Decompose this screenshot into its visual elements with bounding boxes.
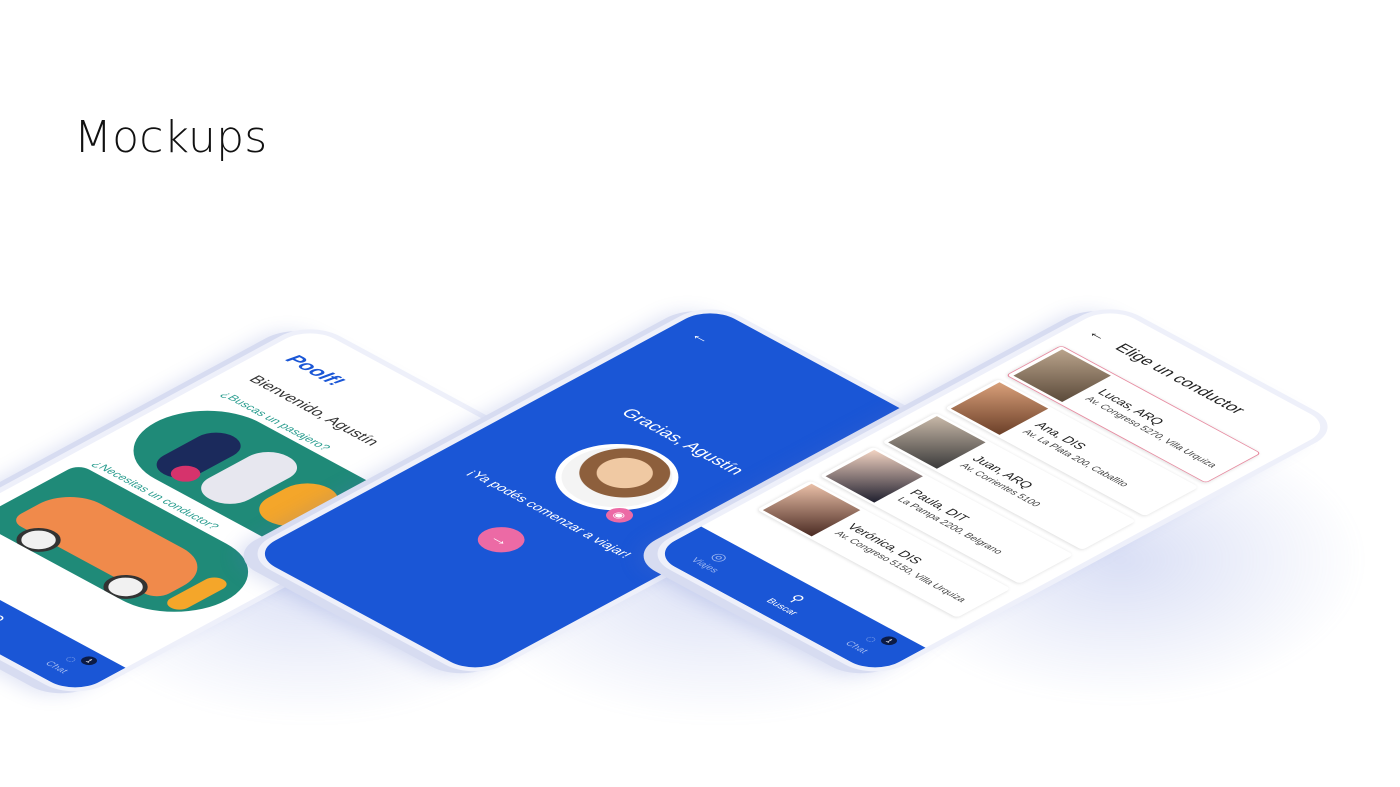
next-button[interactable]: → bbox=[468, 521, 535, 558]
nav-chat[interactable]: ◌ 1 Chat bbox=[842, 630, 901, 655]
nav-viajes[interactable]: ◎ Viajes bbox=[688, 547, 739, 574]
nav-buscar[interactable]: ⚲ Buscar bbox=[763, 587, 818, 617]
nav-chat[interactable]: ◌ 1 Chat bbox=[42, 650, 101, 675]
nav-buscar[interactable]: ⚲ Buscar bbox=[0, 607, 18, 637]
back-icon[interactable]: ← bbox=[1083, 326, 1114, 343]
page-title: Mockups bbox=[74, 112, 268, 163]
search-icon: ⚲ bbox=[0, 612, 9, 626]
back-icon[interactable]: ← bbox=[685, 328, 719, 346]
app-logo: Poolf! bbox=[280, 351, 349, 389]
